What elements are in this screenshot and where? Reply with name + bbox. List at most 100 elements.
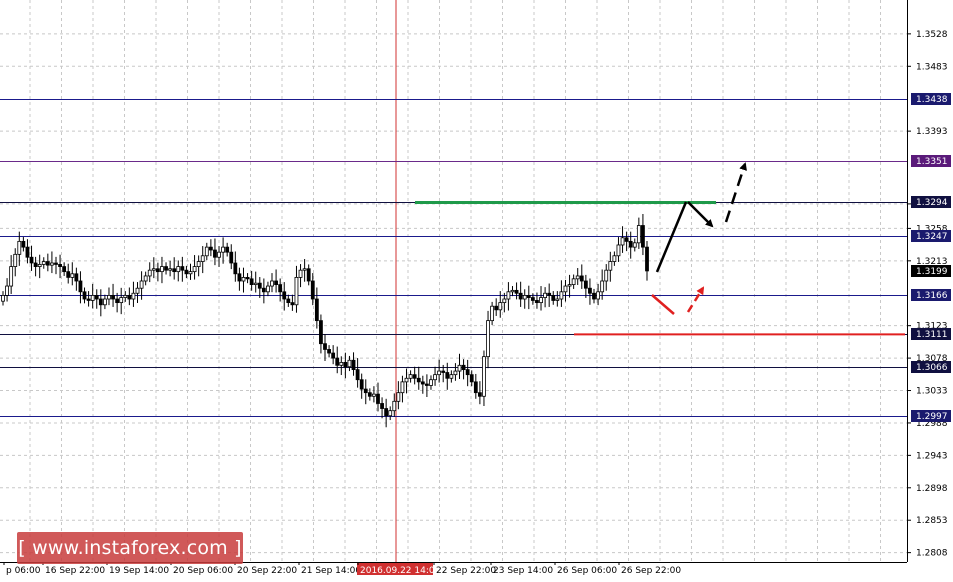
candle-body — [74, 273, 79, 282]
candle-body — [41, 261, 46, 265]
horizontal-levels — [0, 99, 907, 417]
candle-body — [62, 266, 67, 273]
candle-body — [433, 374, 437, 381]
candle-body — [139, 280, 144, 289]
candle-body — [412, 374, 417, 379]
candle-body — [355, 369, 360, 381]
price-tick-label: 1.2943 — [916, 451, 948, 461]
candle-body — [229, 251, 234, 264]
level-label: 1.3438 — [916, 95, 948, 105]
candle-body — [98, 298, 103, 306]
candle-body — [632, 242, 637, 248]
candle-body — [192, 266, 197, 273]
candle-body — [543, 292, 548, 298]
candle-body — [172, 268, 177, 273]
price-tick-label: 1.3393 — [916, 127, 948, 137]
candle-body — [200, 255, 205, 262]
candle-body — [555, 298, 560, 301]
candle-body — [482, 356, 486, 397]
candle-body — [559, 291, 564, 300]
candle-body — [58, 264, 62, 267]
candle-body — [323, 343, 327, 350]
price-tick-label: 1.3033 — [916, 387, 948, 397]
candle-body — [241, 276, 246, 282]
candle-body — [21, 240, 26, 248]
candle-body — [25, 246, 30, 258]
candle-body — [592, 292, 596, 300]
candle-body — [233, 262, 238, 275]
candle-body — [208, 246, 213, 251]
candle-body — [473, 381, 478, 394]
candle-body — [50, 262, 54, 266]
candle-body — [641, 225, 645, 248]
candle-body — [620, 237, 625, 246]
candle-body — [176, 266, 181, 273]
candle-body — [384, 408, 389, 417]
level-label: 1.3199 — [916, 267, 948, 277]
candle-body — [257, 282, 262, 289]
candle-body — [645, 246, 649, 272]
time-tick-label: 22 Sep 22:00 — [436, 566, 496, 576]
candle-body — [535, 300, 539, 304]
candle-body — [164, 266, 168, 271]
candle-body — [147, 269, 152, 277]
candlestick-series — [1, 213, 649, 428]
candle-body — [94, 295, 99, 300]
time-tick-label: 26 Sep 06:00 — [557, 566, 617, 576]
time-tick-label: 19 Sep 14:00 — [109, 566, 169, 576]
candle-body — [310, 280, 315, 300]
candle-body — [624, 237, 629, 242]
candle-body — [168, 268, 173, 271]
time-tick-label: 20 Sep 22:00 — [237, 566, 297, 576]
candle-body — [518, 292, 523, 300]
candle-body — [13, 253, 18, 267]
candle-body — [217, 251, 221, 258]
candle-body — [302, 268, 307, 271]
price-tick-label: 1.3528 — [916, 30, 948, 40]
candle-body — [388, 410, 393, 417]
chart-grid — [0, 0, 907, 562]
candle-body — [127, 295, 132, 300]
candle-body — [612, 255, 617, 262]
candle-body — [372, 393, 376, 397]
level-label: 1.3351 — [916, 157, 948, 167]
candle-body — [583, 280, 588, 289]
candle-body — [286, 298, 291, 304]
candle-body — [547, 292, 552, 296]
candle-body — [408, 374, 413, 379]
candle-body — [449, 374, 454, 379]
candle-body — [400, 381, 405, 394]
candle-body — [213, 249, 217, 258]
candle-body — [143, 275, 148, 282]
price-tick-label: 1.2808 — [916, 549, 948, 559]
price-tick-label: 1.2853 — [916, 516, 948, 526]
candle-body — [461, 364, 466, 371]
candle-body — [506, 291, 511, 300]
candle-body — [392, 400, 397, 412]
candle-body — [131, 292, 136, 300]
candle-body — [502, 298, 507, 304]
candle-body — [188, 271, 193, 275]
candle-body — [66, 271, 71, 278]
level-label: 1.3166 — [916, 291, 948, 301]
candle-body — [115, 298, 120, 304]
candle-body — [514, 289, 519, 294]
candle-body — [616, 244, 621, 257]
candle-body — [494, 305, 499, 311]
candle-body — [253, 282, 258, 286]
candle-body — [539, 297, 543, 304]
candle-body — [420, 381, 425, 385]
candle-body — [327, 349, 331, 354]
time-axis: p 06:00 16 Sep 22:00 19 Sep 14:00 20 Sep 06… — [0, 562, 907, 582]
candle-body — [294, 276, 299, 306]
candle-body — [204, 246, 209, 257]
level-label: 1.2997 — [916, 412, 948, 422]
candle-body — [596, 291, 600, 300]
candle-body — [469, 374, 474, 383]
candle-body — [1, 295, 5, 302]
candle-body — [486, 320, 490, 358]
candle-body — [45, 261, 50, 266]
candle-body — [54, 262, 58, 265]
candle-body — [477, 392, 482, 397]
candle-body — [290, 302, 295, 306]
